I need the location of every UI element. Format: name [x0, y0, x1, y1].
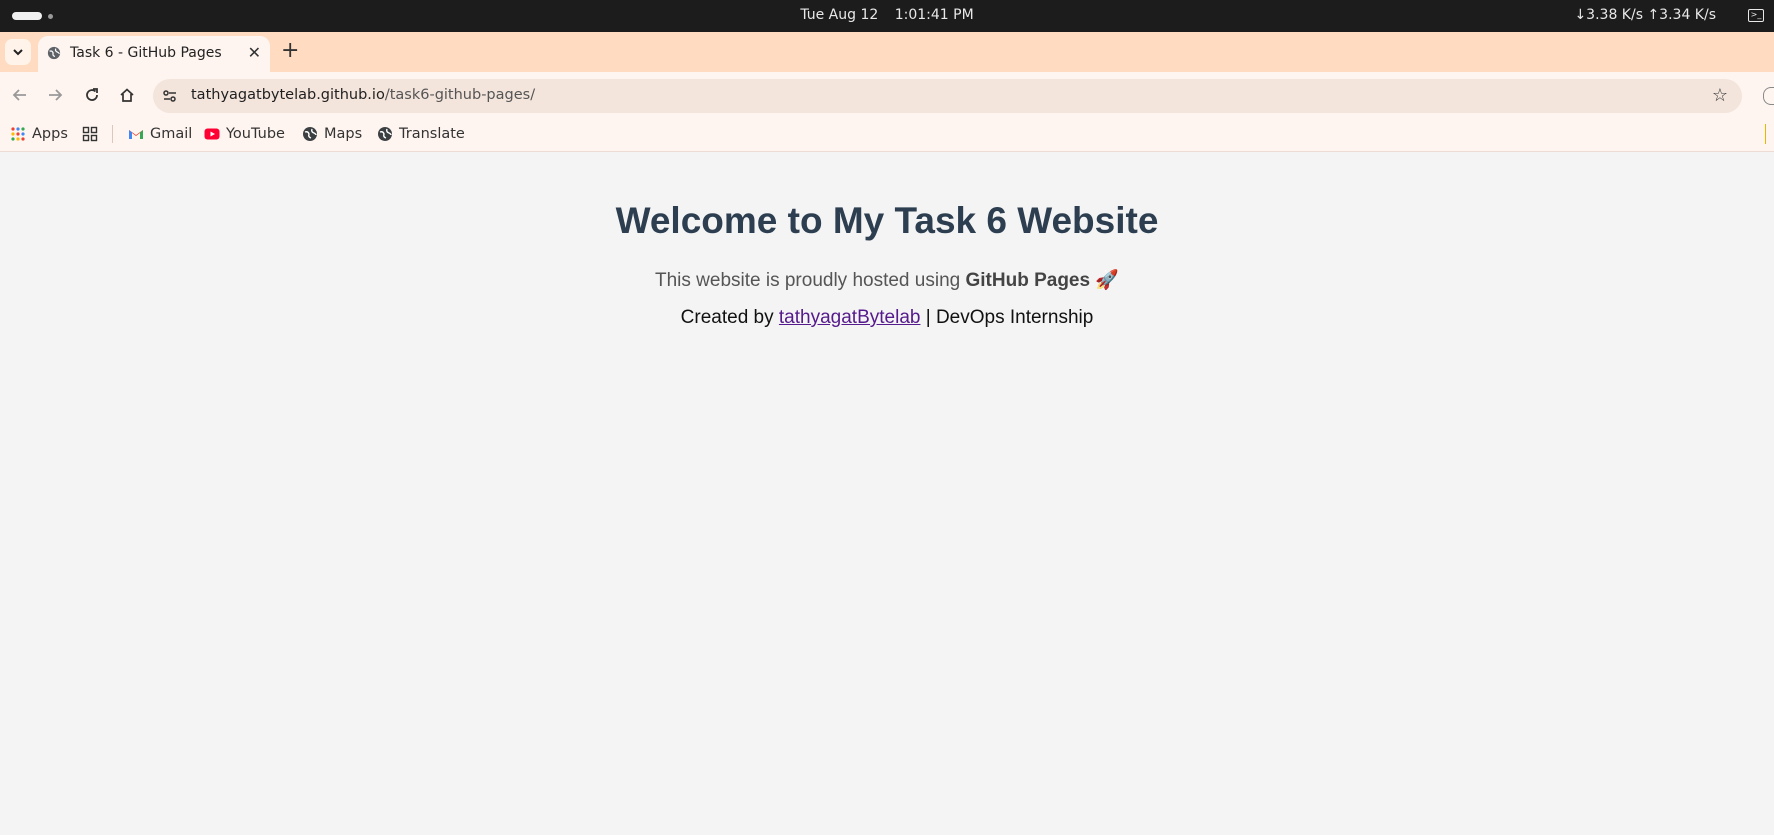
extension-icon[interactable]	[1763, 87, 1774, 105]
tab-search-button[interactable]	[5, 39, 31, 65]
bookmark-youtube[interactable]: YouTube	[204, 123, 285, 145]
page-heading: Welcome to My Task 6 Website	[615, 200, 1159, 241]
lead-bold: GitHub Pages	[965, 270, 1091, 291]
gmail-icon	[129, 130, 143, 139]
bookmark-label: Apps	[32, 126, 68, 142]
arrow-left-icon	[12, 89, 26, 101]
rocket-icon: 🚀	[1095, 270, 1120, 291]
bookmark-gmail[interactable]: Gmail	[128, 123, 192, 145]
system-top-bar: Tue Aug 12 1:01:41 PM ↓3.38 K/s ↑3.34 K/…	[0, 0, 1774, 32]
bookmark-translate[interactable]: Translate	[377, 123, 465, 145]
address-bar[interactable]: tathyagatbytelab.github.io/task6-github-…	[153, 79, 1742, 113]
bookmarks-separator	[112, 125, 113, 143]
bookmark-label: Translate	[399, 126, 465, 142]
home-icon	[120, 88, 134, 102]
back-button[interactable]	[7, 82, 33, 108]
clock[interactable]: Tue Aug 12 1:01:41 PM	[0, 7, 1774, 23]
clock-time: 1:01:41 PM	[894, 7, 974, 23]
home-button[interactable]	[114, 82, 140, 108]
credit-suffix: | DevOps Internship	[920, 307, 1094, 328]
new-tab-button[interactable]: +	[281, 38, 299, 63]
clock-date: Tue Aug 12	[800, 7, 879, 23]
globe-icon	[303, 127, 317, 141]
chevron-down-icon	[13, 49, 23, 56]
lead-text: This website is proudly hosted using	[654, 270, 966, 291]
grid-icon	[82, 126, 98, 142]
bookmarks-bar: Apps Gmail YouTube Maps Translate	[0, 118, 1774, 152]
bookmark-apps[interactable]: Apps	[10, 123, 68, 145]
apps-grid-icon	[11, 127, 25, 141]
page-credit: Created by tathyagatBytelab | DevOps Int…	[0, 307, 1774, 329]
bookmark-label: YouTube	[226, 126, 285, 142]
terminal-icon[interactable]: >_	[1748, 9, 1764, 22]
url-path: /task6-github-pages/	[384, 87, 536, 103]
reload-icon	[86, 88, 98, 101]
author-link[interactable]: tathyagatBytelab	[779, 307, 921, 328]
close-icon[interactable]: ✕	[248, 43, 261, 62]
url-text[interactable]: tathyagatbytelab.github.io/task6-github-…	[191, 87, 535, 103]
arrow-right-icon	[49, 89, 63, 101]
reload-button[interactable]	[79, 82, 105, 108]
tab-title: Task 6 - GitHub Pages	[70, 45, 222, 61]
url-host: tathyagatbytelab.github.io	[191, 87, 385, 103]
forward-button[interactable]	[42, 82, 68, 108]
tab-groups-button[interactable]	[82, 123, 98, 145]
star-icon[interactable]: ☆	[1712, 85, 1728, 106]
bookmark-label: Gmail	[150, 126, 193, 142]
web-page: Welcome to My Task 6 Website This websit…	[0, 152, 1774, 835]
bookmark-label: Maps	[324, 126, 363, 142]
globe-icon	[378, 127, 392, 141]
tab-active[interactable]: Task 6 - GitHub Pages ✕	[38, 36, 270, 72]
credit-prefix: Created by	[680, 307, 779, 328]
browser-toolbar: tathyagatbytelab.github.io/task6-github-…	[0, 72, 1774, 118]
globe-icon	[47, 46, 61, 60]
page-lead: This website is proudly hosted using Git…	[0, 268, 1774, 292]
tab-strip: Task 6 - GitHub Pages ✕ +	[0, 32, 1774, 72]
bookmarks-overflow-edge	[1765, 124, 1766, 144]
bookmark-maps[interactable]: Maps	[302, 123, 362, 145]
network-speed[interactable]: ↓3.38 K/s ↑3.34 K/s	[1574, 7, 1716, 23]
youtube-icon	[204, 128, 220, 140]
site-info-icon[interactable]	[162, 88, 178, 104]
